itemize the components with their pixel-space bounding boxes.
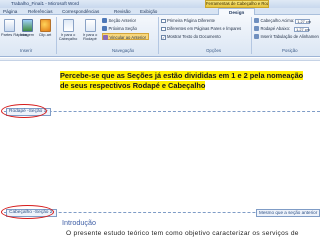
footer-position-icon	[254, 26, 259, 31]
footer-from-bottom-label: Rodapé Abaixo:	[260, 26, 291, 31]
quick-parts-icon	[3, 19, 15, 32]
red-circle-annotation	[1, 205, 54, 219]
context-tab-header-footer-tools[interactable]: Ferramentas de Cabeçalho e Rodapé	[205, 0, 269, 8]
link-to-previous-label: Vincular ao Anterior	[109, 35, 146, 40]
show-document-text-checkbox[interactable]: Mostrar Texto do Documento	[161, 33, 221, 40]
picture-icon	[21, 19, 33, 32]
go-to-footer-label: Ir para o Rodapé	[82, 32, 98, 42]
annotation-note-text: Percebe-se que as Seções já estão dividi…	[60, 71, 304, 90]
header-position-icon	[254, 18, 259, 23]
window-title: Trabalho_Final1 - Microsoft Word	[11, 1, 79, 6]
show-document-text-label: Mostrar Texto do Documento	[167, 34, 221, 39]
picture-button[interactable]: Imagem	[19, 19, 35, 37]
body-paragraph: O presente estudo teórico tem como objet…	[66, 230, 299, 237]
different-first-page-label: Primeira Página Diferente	[167, 18, 215, 23]
ribbon: Partes Rápidas Imagem Clip-art Inserir I…	[0, 15, 320, 57]
header-from-top-label: Cabeçalho Acima:	[260, 18, 295, 23]
title-bar: Trabalho_Final1 - Microsoft Word Ferrame…	[0, 0, 320, 8]
group-label-position: Posição	[282, 48, 298, 53]
tab-pagina[interactable]: Página	[3, 8, 17, 15]
group-divider	[158, 17, 159, 54]
footer-from-bottom-value[interactable]: 1,27 cm	[294, 27, 310, 32]
tab-revisao[interactable]: Revisão	[114, 8, 131, 15]
tab-correspondencias[interactable]: Correspondências	[62, 8, 99, 15]
clip-art-icon	[39, 19, 51, 32]
go-to-header-label: Ir para o Cabeçalho	[58, 32, 78, 42]
group-label-navigation: Navegação	[112, 48, 135, 53]
chain-link-icon	[103, 35, 108, 40]
picture-label: Imagem	[19, 32, 35, 37]
tab-exibicao[interactable]: Exibição	[140, 8, 157, 15]
footer-boundary-line	[4, 111, 320, 112]
red-circle-annotation	[1, 104, 47, 118]
previous-section-label: Seção Anterior	[108, 18, 136, 23]
group-label-options: Opções	[206, 48, 222, 53]
checkbox-box	[161, 18, 166, 23]
different-first-page-checkbox[interactable]: Primeira Página Diferente	[161, 17, 215, 24]
insert-alignment-tab-button[interactable]: Inserir Tabulação de Alinhamen	[254, 33, 320, 40]
section-heading: Introdução	[62, 218, 96, 227]
annotation-note: Percebe-se que as Seções já estão dividi…	[60, 71, 312, 90]
next-section-label: Próxima Seção	[108, 26, 137, 31]
footer-from-bottom-field[interactable]: Rodapé Abaixo: 1,27 cm	[254, 25, 310, 32]
group-divider	[56, 17, 57, 54]
go-to-footer-icon	[84, 19, 96, 32]
quick-parts-button[interactable]: Partes Rápidas	[1, 19, 28, 37]
arrow-down-icon	[102, 26, 107, 31]
group-label-insert: Inserir	[20, 48, 33, 53]
clip-art-label: Clip-art	[38, 32, 52, 37]
header-from-top-value[interactable]: 1,27 cm	[295, 19, 311, 24]
header-from-top-field[interactable]: Cabeçalho Acima: 1,27 cm	[254, 17, 311, 24]
tab-referencias[interactable]: Referências	[28, 8, 53, 15]
different-odd-even-checkbox[interactable]: Diferentes em Páginas Pares e Ímpares	[161, 25, 241, 32]
different-odd-even-label: Diferentes em Páginas Pares e Ímpares	[167, 26, 242, 31]
checkbox-box	[161, 26, 166, 31]
group-divider	[251, 17, 252, 54]
link-to-previous-button[interactable]: Vincular ao Anterior	[102, 33, 149, 40]
checkbox-box-checked	[161, 35, 166, 40]
next-section-button[interactable]: Próxima Seção	[102, 25, 137, 32]
alignment-tab-icon	[254, 34, 259, 39]
insert-alignment-tab-label: Inserir Tabulação de Alinhamen	[260, 34, 319, 39]
clip-art-button[interactable]: Clip-art	[37, 19, 53, 37]
go-to-header-button[interactable]: Ir para o Cabeçalho	[58, 19, 78, 42]
previous-section-button[interactable]: Seção Anterior	[102, 17, 136, 24]
arrow-up-icon	[102, 18, 107, 23]
go-to-header-icon	[62, 19, 74, 32]
quick-parts-label: Partes Rápidas	[1, 32, 28, 37]
ruler	[0, 58, 320, 61]
same-as-previous-tag: Mesmo que a seção anterior	[256, 209, 320, 217]
ribbon-tabs: Página Referências Correspondências Revi…	[0, 8, 320, 16]
go-to-footer-button[interactable]: Ir para o Rodapé	[80, 19, 100, 42]
